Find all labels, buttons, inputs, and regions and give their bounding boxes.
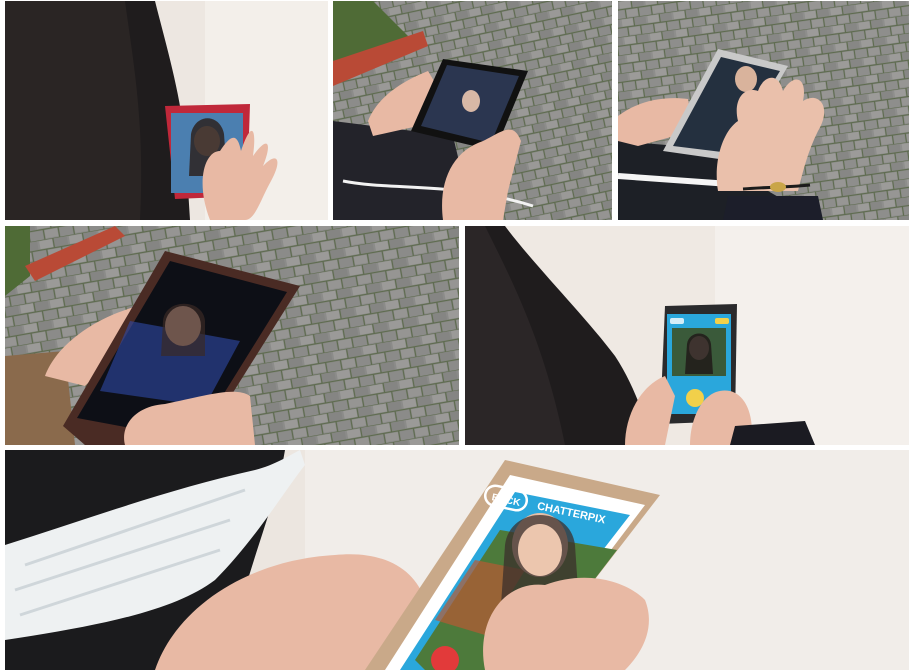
photo-girl-red-phone: [5, 1, 328, 220]
photo-masked-student-app: BACK CHATTERPIX: [5, 450, 909, 670]
photo-white-phone-pavers: [618, 1, 909, 220]
photo-girl-blue-app-phone: [465, 226, 909, 445]
photo-large-phone-avatar: [5, 226, 459, 445]
photo-black-phone-pavers: [333, 1, 612, 220]
